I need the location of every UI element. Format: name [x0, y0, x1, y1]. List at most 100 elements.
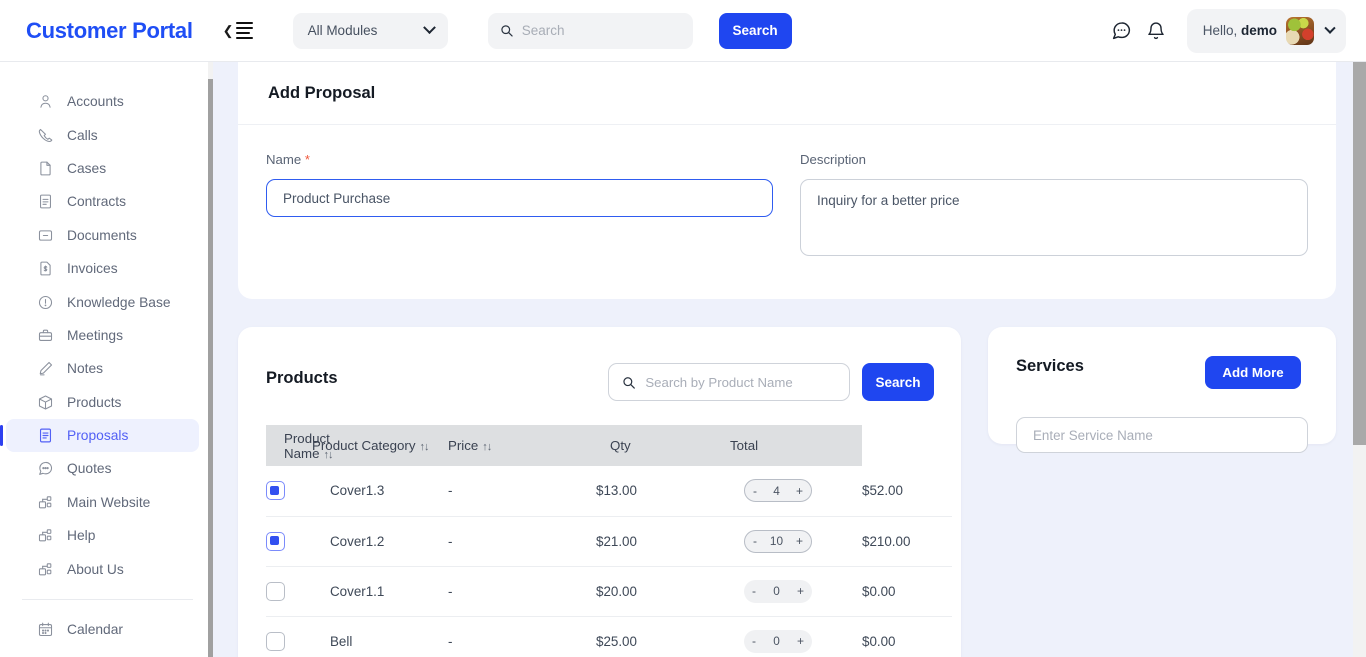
name-label: Name *	[266, 152, 310, 167]
avatar	[1286, 16, 1314, 45]
sidebar-item-label: Documents	[67, 227, 137, 243]
global-search-input[interactable]	[521, 23, 681, 38]
sidebar-item-contracts[interactable]: Contracts	[6, 185, 199, 218]
sort-icon[interactable]: ↑↓	[419, 441, 429, 453]
table-row: Cover1.2 - $21.00 - 10 + $210.00	[266, 516, 952, 567]
service-name-input[interactable]	[1016, 417, 1308, 453]
user-greeting: Hello, demo	[1202, 23, 1277, 38]
description-label: Description	[800, 152, 866, 167]
qty-increment-button[interactable]: +	[797, 584, 804, 598]
qty-stepper[interactable]: - 0 +	[744, 579, 812, 603]
main-scrollbar-thumb[interactable]	[1353, 62, 1366, 445]
name-input[interactable]	[266, 179, 773, 217]
name-field-group: Name *	[266, 151, 773, 217]
row-select-checkbox[interactable]	[266, 481, 285, 501]
sidebar-item-calls[interactable]: Calls	[6, 118, 199, 151]
main-scrollbar[interactable]	[1353, 62, 1366, 657]
qty-value: 0	[773, 634, 780, 648]
external-link-icon	[36, 560, 54, 578]
sidebar-item-accounts[interactable]: Accounts	[6, 85, 199, 118]
chat-bubble-icon	[1113, 22, 1131, 40]
sidebar-collapse-toggle[interactable]: ❮	[223, 21, 253, 40]
sidebar-scrollbar[interactable]	[208, 62, 213, 657]
row-select-checkbox[interactable]	[266, 631, 285, 651]
sidebar-item-label: About Us	[67, 561, 124, 577]
document-lines-icon	[36, 427, 54, 445]
description-textarea[interactable]	[800, 179, 1308, 256]
column-header-total: Total	[730, 425, 862, 466]
sidebar-item-quotes[interactable]: Quotes	[6, 452, 199, 485]
product-search-box[interactable]	[608, 363, 850, 401]
app-brand-title: Customer Portal	[26, 17, 193, 43]
products-title: Products	[266, 369, 338, 387]
cell-price: $20.00	[596, 566, 730, 617]
qty-increment-button[interactable]: +	[796, 484, 803, 498]
cell-price: $21.00	[596, 516, 730, 567]
sidebar-item-label: Calls	[67, 127, 98, 143]
cell-price: $25.00	[596, 616, 730, 657]
row-select-checkbox[interactable]	[266, 581, 285, 601]
products-header: Products Search	[238, 327, 961, 425]
sidebar-item-cases[interactable]: Cases	[6, 152, 199, 185]
sidebar-scrollbar-thumb[interactable]	[208, 79, 213, 657]
products-table: Product Name ↑↓ Product Category ↑↓ Price ↑↓ Q…	[266, 425, 952, 657]
global-search-box[interactable]	[487, 12, 693, 49]
add-more-service-button[interactable]: Add More	[1205, 356, 1301, 389]
sidebar-item-help[interactable]: Help	[6, 519, 199, 552]
sidebar-item-about-us[interactable]: About Us	[6, 552, 199, 585]
cell-product-name: Cover1.3	[312, 466, 448, 517]
qty-decrement-button[interactable]: -	[753, 484, 757, 498]
sidebar-item-meetings[interactable]: Meetings	[6, 319, 199, 352]
column-header-price[interactable]: Price ↑↓	[448, 425, 596, 466]
chevron-down-icon	[1324, 22, 1336, 34]
table-row: Cover1.3 - $13.00 - 4 + $52.00	[266, 466, 952, 517]
sidebar-item-documents[interactable]: Documents	[6, 219, 199, 252]
column-header-product-category[interactable]: Product Category ↑↓	[312, 425, 448, 466]
qty-stepper[interactable]: - 10 +	[744, 529, 812, 553]
sidebar-item-products[interactable]: Products	[6, 386, 199, 419]
global-search-button[interactable]: Search	[718, 12, 792, 49]
qty-stepper[interactable]: - 0 +	[744, 629, 812, 653]
sidebar-item-knowledge-base[interactable]: Knowledge Base	[6, 285, 199, 318]
qty-value: 0	[773, 584, 780, 598]
add-proposal-card: Add Proposal Name * Description	[238, 62, 1336, 299]
sidebar-item-label: Main Website	[67, 494, 151, 510]
chat-button[interactable]	[1105, 14, 1139, 48]
sidebar-item-label: Quotes	[67, 461, 112, 477]
qty-decrement-button[interactable]: -	[753, 534, 757, 548]
product-search-input[interactable]	[645, 374, 836, 390]
table-header-row: Product Name ↑↓ Product Category ↑↓ Price ↑↓ Q…	[266, 425, 952, 466]
sort-icon[interactable]: ↑↓	[482, 441, 492, 453]
qty-decrement-button[interactable]: -	[752, 634, 756, 648]
sidebar-item-main-website[interactable]: Main Website	[6, 486, 199, 519]
user-menu[interactable]: Hello, demo	[1186, 8, 1346, 53]
products-table-body: Cover1.3 - $13.00 - 4 + $52.00 Cover1.2 …	[266, 466, 952, 657]
cell-total: $210.00	[862, 516, 952, 567]
column-header-product-name[interactable]: Product Name ↑↓	[266, 425, 333, 466]
cell-product-name: Cover1.2	[312, 516, 448, 567]
sidebar-item-calendar[interactable]: Calendar	[6, 613, 199, 646]
row-select-checkbox[interactable]	[266, 531, 285, 551]
description-field-group: Description	[800, 151, 1308, 256]
invoice-dollar-icon	[36, 260, 54, 278]
sidebar-item-notes[interactable]: Notes	[6, 352, 199, 385]
module-select-dropdown[interactable]: All Modules	[292, 12, 448, 49]
qty-value: 4	[773, 483, 780, 498]
qty-increment-button[interactable]: +	[797, 634, 804, 648]
sidebar-divider	[22, 598, 193, 600]
notifications-button[interactable]	[1139, 14, 1173, 48]
info-circle-icon	[36, 293, 54, 311]
qty-decrement-button[interactable]: -	[752, 584, 756, 598]
qty-increment-button[interactable]: +	[796, 534, 803, 548]
sidebar-item-label: Products	[67, 394, 122, 410]
table-row: Bell - $25.00 - 0 + $0.00	[266, 616, 952, 657]
sidebar-item-label: Help	[67, 528, 96, 544]
qty-stepper[interactable]: - 4 +	[744, 479, 812, 503]
top-header: Customer Portal ❮ All Modules Search Sea…	[0, 0, 1366, 62]
external-link-icon	[36, 527, 54, 545]
sidebar-item-invoices[interactable]: Invoices	[6, 252, 199, 285]
sidebar-item-proposals[interactable]: Proposals	[0, 418, 199, 453]
chevron-down-icon	[422, 21, 436, 35]
qty-value: 10	[769, 534, 784, 548]
product-search-button[interactable]: Search	[862, 363, 934, 401]
